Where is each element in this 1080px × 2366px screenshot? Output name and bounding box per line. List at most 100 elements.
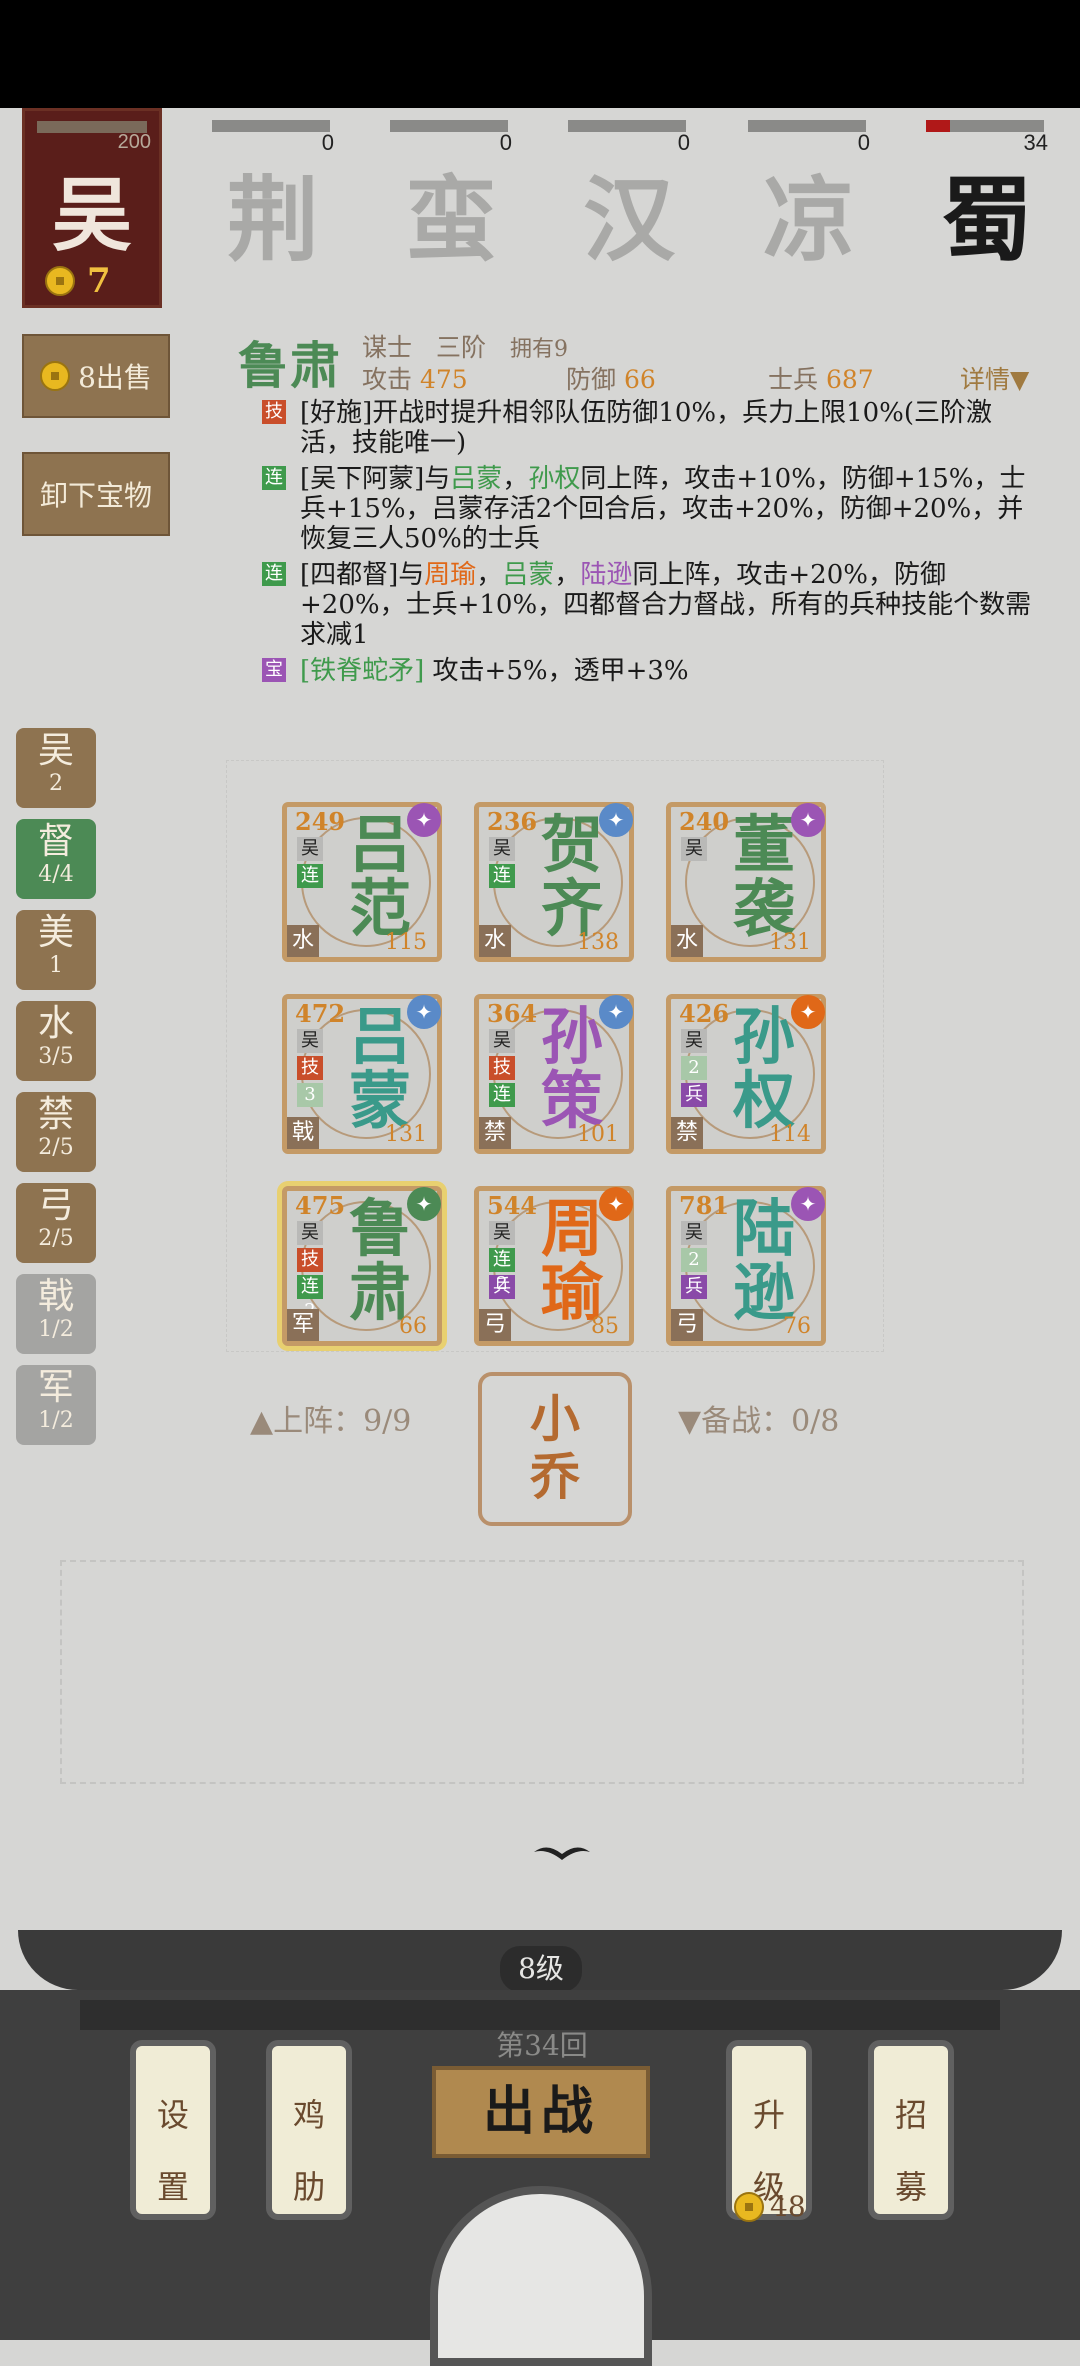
filter-label: 美 xyxy=(37,912,74,953)
sell-button[interactable]: 8出售 xyxy=(22,334,170,418)
unit-card[interactable]: 236 吴连贺齐水 138 ✦ xyxy=(474,802,634,962)
filter-button[interactable]: 禁 2/5 xyxy=(16,1092,96,1172)
unit-tag: 吴 xyxy=(681,837,707,861)
settings-label: 置 xyxy=(156,2168,189,2206)
filter-count: 1/2 xyxy=(38,1317,74,1342)
filter-button[interactable]: 督 4/4 xyxy=(16,819,96,899)
unit-card[interactable]: 364 吴技连孙策禁 101 ✦ xyxy=(474,994,634,1154)
general-name: 鲁肃 xyxy=(238,336,342,395)
filter-button[interactable]: 吴2 xyxy=(16,728,96,808)
enemy-faction: 0凉 xyxy=(748,116,870,274)
filter-button[interactable]: 水 3/5 xyxy=(16,1001,96,1081)
unit-tag: 连2 xyxy=(489,1248,515,1294)
unit-tag: 技 xyxy=(297,1056,323,1080)
unit-type: 弓 xyxy=(671,1309,703,1341)
unit-type: 军 xyxy=(287,1309,319,1341)
enemy-faction: 0蛮 xyxy=(390,116,512,274)
rib-label: 鸡 xyxy=(292,2096,325,2134)
weapon-icon: ✦ xyxy=(791,995,825,1029)
settings-label: 设 xyxy=(156,2096,189,2134)
detail-toggle[interactable]: 详情▼ xyxy=(960,360,1029,396)
skill-tag: 技 xyxy=(262,400,286,424)
unit-type: 禁 xyxy=(479,1117,511,1149)
unit-tags: 吴 xyxy=(681,837,709,864)
unit-card[interactable]: 249 吴连吕范水 115 ✦ xyxy=(282,802,442,962)
unit-tag: 连 xyxy=(489,1083,515,1107)
skill-item: 宝 [铁脊蛇矛] 攻击+5%，透甲+3% xyxy=(262,656,1042,686)
unequip-label: 卸下宝物 xyxy=(39,479,152,512)
reserve-unit-card[interactable]: 小 乔 xyxy=(478,1372,632,1526)
unit-tags: 吴连 xyxy=(297,837,325,891)
filter-label: 军 xyxy=(37,1367,74,1408)
skill-text: [吴下阿蒙]与吕蒙，孙权同上阵，攻击+10%，防御+15%，士兵+15%，吕蒙存… xyxy=(300,464,1026,554)
unit-type: 禁 xyxy=(671,1117,703,1149)
weapon-icon: ✦ xyxy=(791,803,825,837)
unit-attack: 138 xyxy=(577,930,619,955)
rib-label: 肋 xyxy=(292,2168,325,2206)
settings-button[interactable]: 设 置 xyxy=(130,2040,216,2220)
filter-button[interactable]: 军 1/2 xyxy=(16,1365,96,1445)
unit-tags: 吴 2 兵 xyxy=(681,1029,709,1110)
general-troops: 士兵 687 xyxy=(768,365,874,394)
unit-attack: 85 xyxy=(591,1314,619,1339)
filter-count: 1/2 xyxy=(38,1408,74,1433)
recruit-button[interactable]: 招 募 xyxy=(868,2040,954,2220)
enemy-progress-bar xyxy=(212,120,330,132)
filter-count: 3/5 xyxy=(38,1044,74,1069)
enemy-faction-name: 汉 xyxy=(582,166,675,274)
unit-card[interactable]: 781 吴 2 兵陆逊弓 76 ✦ xyxy=(666,1186,826,1346)
unit-tag: 技 xyxy=(489,1056,515,1080)
unit-card[interactable]: 426 吴 2 兵孙权禁 114 ✦ xyxy=(666,994,826,1154)
unit-type: 水 xyxy=(287,925,319,957)
coin-icon xyxy=(40,361,71,391)
unit-tag: 兵 xyxy=(681,1083,707,1107)
general-rank: 三阶 xyxy=(435,333,486,362)
enemy-progress-bar xyxy=(748,120,866,132)
filter-button[interactable]: 弓 2/5 xyxy=(16,1183,96,1263)
skill-text: [四都督]与周瑜，吕蒙，陆逊同上阵，攻击+20%，防御+20%，士兵+10%，四… xyxy=(300,560,1032,650)
unequip-treasure-button[interactable]: 卸下宝物 xyxy=(22,452,170,536)
skill-tag: 连 xyxy=(262,562,286,586)
unit-tag: 吴 xyxy=(297,1029,323,1053)
unit-tag: 兵 xyxy=(489,1275,515,1299)
filter-count: 2 xyxy=(49,771,63,796)
weapon-icon: ✦ xyxy=(791,1187,825,1221)
unit-tag: 2 xyxy=(681,1248,707,1272)
skill-tag: 连 xyxy=(262,466,286,490)
fight-button[interactable]: 出战 xyxy=(432,2066,650,2158)
enemy-faction: 34 蜀 xyxy=(926,116,1048,274)
status-bar xyxy=(0,0,1080,108)
enemy-faction-name: 凉 xyxy=(762,166,855,274)
filter-button[interactable]: 美1 xyxy=(16,910,96,990)
unit-card[interactable]: 544吴连2兵周瑜弓85✦ xyxy=(474,1186,634,1346)
filter-button[interactable]: 戟 1/2 xyxy=(16,1274,96,1354)
recruit-label: 招 xyxy=(894,2096,927,2134)
unit-tag: 吴 xyxy=(297,837,323,861)
enemy-faction-name: 荆 xyxy=(226,166,319,274)
unit-tags: 吴 2 兵 xyxy=(681,1221,709,1302)
reserve-name-2: 乔 xyxy=(530,1447,580,1506)
rib-button[interactable]: 鸡 肋 xyxy=(266,2040,352,2220)
filter-count: 2/5 xyxy=(38,1226,74,1251)
unit-tags: 吴技 3 xyxy=(297,1029,325,1110)
general-owned: 拥有9 xyxy=(509,337,568,362)
skill-text: [铁脊蛇矛] 攻击+5%，透甲+3% xyxy=(300,656,689,686)
unit-tag: 2 xyxy=(681,1056,707,1080)
player-faction-panel: 200 吴 7 xyxy=(22,108,162,308)
skill-item: 连 [吴下阿蒙]与吕蒙，孙权同上阵，攻击+10%，防御+15%，士兵+15%，吕… xyxy=(262,464,1042,554)
general-defense: 防御 66 xyxy=(566,365,656,394)
skill-text: [好施]开战时提升相邻队伍防御10%，兵力上限10%(三阶激活，技能唯一) xyxy=(300,398,993,458)
enemy-faction-name: 蛮 xyxy=(404,166,497,274)
filter-label: 弓 xyxy=(37,1185,74,1226)
unit-card[interactable]: 475吴技连2鲁肃军66✦ xyxy=(282,1186,442,1346)
unit-tag: 吴 xyxy=(489,1029,515,1053)
bird-icon xyxy=(534,1847,590,1860)
unit-tag: 连 xyxy=(489,864,515,888)
unit-card[interactable]: 240 吴董袭水 131 ✦ xyxy=(666,802,826,962)
unit-card[interactable]: 472 吴技 3 吕蒙戟 131 ✦ xyxy=(282,994,442,1154)
player-coins: 7 xyxy=(45,261,111,301)
weapon-icon: ✦ xyxy=(599,1187,633,1221)
unit-tag: 吴 xyxy=(297,1221,323,1245)
filter-count: 1 xyxy=(49,953,63,978)
unit-tags: 吴连2兵 xyxy=(489,1221,517,1302)
